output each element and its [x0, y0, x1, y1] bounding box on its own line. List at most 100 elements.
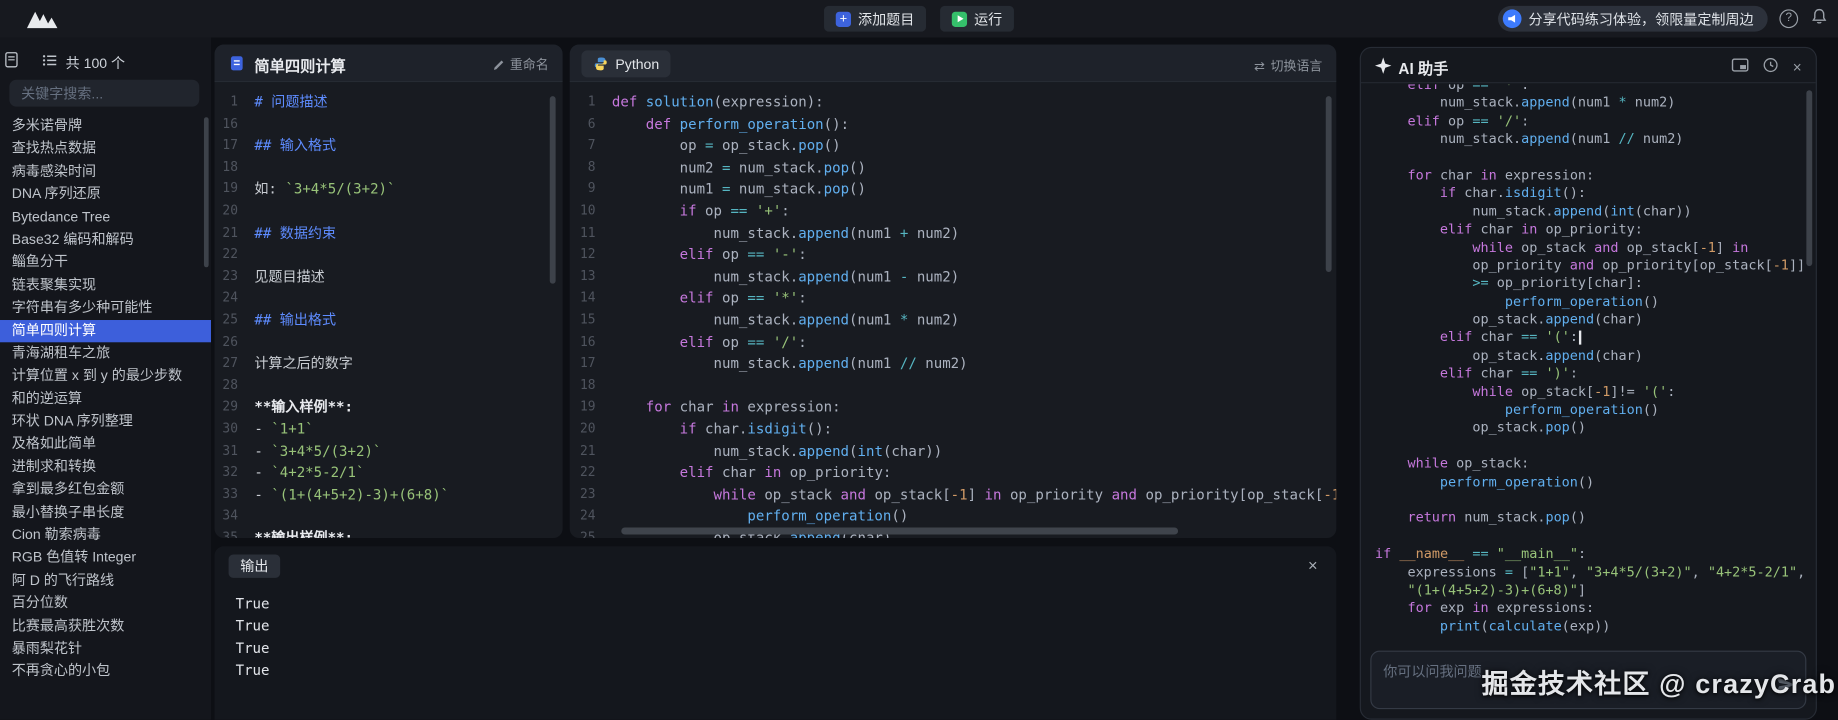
list-icon [42, 53, 57, 74]
ai-code-line: perform_operation() [1361, 293, 1804, 311]
search-input[interactable] [9, 80, 199, 107]
promo-banner[interactable]: 分享代码练习体验，领限量定制周边 [1498, 6, 1768, 32]
sidebar-item[interactable]: 青海湖租车之旅 [0, 342, 211, 365]
sidebar-item[interactable]: DNA 序列还原 [0, 183, 211, 206]
sidebar-item[interactable]: 及格如此简单 [0, 433, 211, 456]
sidebar-item[interactable]: 比赛最高获胜次数 [0, 615, 211, 638]
ai-code-line: perform_operation() [1361, 401, 1804, 419]
sidebar-item[interactable]: 阿 D 的飞行路线 [0, 569, 211, 592]
sidebar-item[interactable]: 和的逆运算 [0, 388, 211, 411]
code-line: 24 [215, 288, 563, 310]
run-button[interactable]: 运行 [940, 6, 1014, 32]
ai-code-line [1361, 491, 1804, 509]
sidebar-item[interactable]: 百分位数 [0, 592, 211, 615]
line-number: 22 [215, 244, 255, 266]
sidebar-item[interactable]: 查找热点数据 [0, 138, 211, 161]
ai-code-line: while op_stack: [1361, 455, 1804, 473]
ai-title: AI 助手 [1398, 56, 1448, 78]
line-number: 15 [570, 309, 612, 331]
sidebar-item[interactable]: 不再贪心的小包 [0, 660, 211, 683]
code-line: 23见题目描述 [215, 266, 563, 288]
code-editor-panel: Python ⇄ 切换语言 1def solution(expression):… [570, 45, 1337, 538]
sidebar-scrollbar[interactable] [204, 117, 209, 267]
output-tab[interactable]: 输出 [229, 554, 281, 577]
code-line: 35**输出样例**: [215, 527, 563, 538]
output-body: TrueTrueTrueTrue [236, 593, 270, 682]
notifications-bell-icon[interactable] [1810, 6, 1829, 31]
editor-vertical-scrollbar[interactable] [1326, 96, 1332, 272]
language-tab-python[interactable]: Python [581, 50, 671, 77]
sidebar-item[interactable]: 简单四则计算 [0, 319, 211, 342]
sidebar-item[interactable]: 计算位置 x 到 y 的最少步数 [0, 365, 211, 388]
output-close-icon[interactable]: × [1308, 556, 1318, 575]
help-icon[interactable]: ? [1779, 9, 1798, 28]
ai-close-icon[interactable]: × [1793, 58, 1802, 77]
sidebar-item[interactable]: 鲻鱼分干 [0, 251, 211, 274]
line-number: 9 [570, 179, 612, 201]
problem-description-panel: 简单四则计算 重命名 1# 问题描述1617## 输入格式1819如: `3+4… [215, 45, 563, 538]
sidebar-item[interactable]: Base32 编码和解码 [0, 229, 211, 252]
code-line: 14 elif op == '*': [570, 288, 1337, 310]
line-number: 7 [570, 135, 612, 157]
sidebar-item[interactable]: 病毒感染时间 [0, 160, 211, 183]
sidebar-item[interactable]: 字符串有多少种可能性 [0, 297, 211, 320]
code-line: 33- `(1+(4+5+2)-3)+(6+8)` [215, 484, 563, 506]
sidebar-item[interactable]: Cion 勒索病毒 [0, 524, 211, 547]
code-line: 27计算之后的数字 [215, 353, 563, 375]
line-number: 8 [570, 157, 612, 179]
ai-code-line [1361, 527, 1804, 545]
editor-body[interactable]: 1def solution(expression):6 def perform_… [570, 82, 1337, 538]
add-problem-button[interactable]: + 添加题目 [824, 6, 926, 32]
line-number: 32 [215, 462, 255, 484]
document-icon [229, 55, 245, 77]
ai-scrollbar[interactable] [1806, 90, 1812, 266]
code-line: 29**输入样例**: [215, 397, 563, 419]
problem-count-label: 共 100 个 [66, 53, 125, 73]
line-number: 18 [215, 157, 255, 179]
code-line: 1def solution(expression): [570, 91, 1337, 113]
code-line: 28 [215, 375, 563, 397]
ai-code-line: elif op == '*': [1361, 84, 1804, 94]
pop-out-icon[interactable] [1732, 56, 1750, 78]
app-logo-icon[interactable] [26, 8, 59, 35]
ai-code-line: expressions = ["1+1", "3+4*5/(3+2)", "4+… [1361, 563, 1804, 581]
line-number: 19 [570, 397, 612, 419]
code-line: 30- `1+1` [215, 418, 563, 440]
ai-code-line: op_priority and op_priority[op_stack[-1]… [1361, 257, 1804, 275]
code-line: 17 num_stack.append(num1 // num2) [570, 353, 1337, 375]
sidebar-item[interactable]: 拿到最多红包金额 [0, 479, 211, 502]
sidebar-item[interactable]: 暴雨梨花针 [0, 638, 211, 661]
ai-code-line: elif char in op_priority: [1361, 221, 1804, 239]
problem-list-sidebar: 共 100 个 多米诺骨牌查找热点数据病毒感染时间DNA 序列还原Bytedan… [0, 38, 211, 720]
code-line: 11 num_stack.append(num1 + num2) [570, 222, 1337, 244]
ai-code-line [1361, 148, 1804, 166]
line-number: 21 [215, 222, 255, 244]
line-number: 19 [215, 179, 255, 201]
sidebar-item[interactable]: Bytedance Tree [0, 206, 211, 229]
sidebar-item[interactable]: 进制求和转换 [0, 456, 211, 479]
text-cursor [1579, 331, 1581, 345]
sidebar-item[interactable]: RGB 色值转 Integer [0, 547, 211, 570]
line-number: 14 [570, 288, 612, 310]
line-number: 20 [215, 200, 255, 222]
description-body: 1# 问题描述1617## 输入格式1819如: `3+4*5/(3+2)`20… [215, 82, 563, 538]
output-line: True [236, 638, 270, 660]
code-line: 26 [215, 331, 563, 353]
description-scrollbar[interactable] [550, 96, 556, 284]
ai-code-line: op_stack.append(char) [1361, 347, 1804, 365]
line-number: 12 [570, 244, 612, 266]
rename-button[interactable]: 重命名 [492, 55, 548, 74]
language-tab-label: Python [615, 56, 659, 72]
history-icon[interactable] [1762, 56, 1780, 78]
sidebar-item[interactable]: 环状 DNA 序列整理 [0, 410, 211, 433]
code-line: 20 if char.isdigit(): [570, 418, 1337, 440]
code-line: 16 elif op == '/': [570, 331, 1337, 353]
code-line: 32- `4+2*5-2/1` [215, 462, 563, 484]
switch-language-button[interactable]: ⇄ 切换语言 [1254, 56, 1322, 75]
add-problem-label: 添加题目 [858, 9, 914, 29]
sidebar-item[interactable]: 最小替换子串长度 [0, 501, 211, 524]
line-number: 1 [215, 91, 255, 113]
sidebar-item[interactable]: 多米诺骨牌 [0, 115, 211, 138]
sidebar-item[interactable]: 链表聚集实现 [0, 274, 211, 297]
editor-horizontal-scrollbar[interactable] [621, 527, 1178, 534]
